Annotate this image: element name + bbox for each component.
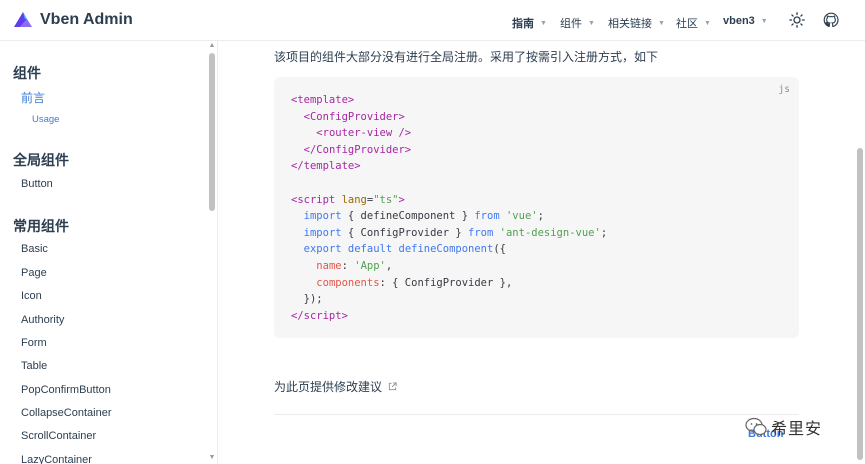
sidebar-item-intro[interactable]: 前言 — [21, 89, 45, 106]
sidebar-item-page[interactable]: Page — [21, 267, 47, 279]
chevron-down-icon: ▼ — [540, 19, 547, 27]
code-language-label: js — [778, 84, 790, 95]
sidebar-scroll-thumb[interactable] — [209, 53, 215, 211]
github-icon[interactable] — [823, 12, 839, 28]
sidebar-item-button[interactable]: Button — [21, 178, 53, 190]
sidebar-item-basic[interactable]: Basic — [21, 243, 48, 255]
sidebar-item-authority[interactable]: Authority — [21, 314, 64, 326]
nav-guide[interactable]: 指南 ▼ — [512, 15, 547, 31]
nav-components[interactable]: 组件 ▼ — [560, 15, 595, 31]
sidebar-item-lazycontainer[interactable]: LazyContainer — [21, 454, 92, 464]
logo-icon[interactable] — [12, 10, 34, 30]
main-scroll-thumb[interactable] — [857, 148, 863, 460]
sidebar-item-collapsecontainer[interactable]: CollapseContainer — [21, 407, 112, 419]
nav-community[interactable]: 社区 ▼ — [676, 15, 711, 31]
edit-page-label: 为此页提供修改建议 — [274, 380, 383, 394]
chevron-down-icon: ▼ — [658, 19, 665, 27]
external-link-icon — [388, 382, 397, 391]
chevron-down-icon: ▼ — [704, 19, 711, 27]
nav-community-label: 社区 — [676, 18, 698, 30]
sidebar-item-icon[interactable]: Icon — [21, 290, 42, 302]
theme-toggle-icon[interactable] — [789, 12, 805, 28]
chevron-down-icon: ▼ — [588, 19, 595, 27]
edit-page-link[interactable]: 为此页提供修改建议 — [274, 378, 397, 395]
top-header: Vben Admin 指南 ▼ 组件 ▼ 相关链接 ▼ 社区 ▼ vben3 ▼ — [0, 0, 865, 41]
sidebar-item-form[interactable]: Form — [21, 337, 47, 349]
code-content: <template> <ConfigProvider> <router-view… — [291, 94, 608, 322]
sidebar-subitem-usage[interactable]: Usage — [32, 114, 59, 125]
scroll-down-arrow-icon[interactable]: ▼ — [208, 454, 216, 461]
watermark-text: 希里安 — [771, 421, 823, 438]
scroll-up-arrow-icon[interactable]: ▲ — [208, 42, 216, 49]
nav-links[interactable]: 相关链接 ▼ — [608, 15, 665, 31]
chevron-down-icon: ▼ — [760, 17, 768, 25]
watermark: 希里安 — [745, 415, 822, 439]
sidebar-item-popconfirmbutton[interactable]: PopConfirmButton — [21, 384, 111, 396]
footer-divider — [274, 414, 799, 415]
sidebar-group-global: 全局组件 — [13, 152, 69, 168]
nav-guide-label: 指南 — [512, 18, 534, 30]
nav-vben3[interactable]: vben3 ▼ — [723, 15, 768, 27]
sidebar-group-common: 常用组件 — [13, 218, 69, 234]
wechat-icon — [745, 417, 767, 436]
sidebar: 组件 前言 Usage 全局组件 Button 常用组件 Basic Page … — [0, 41, 218, 464]
nav-components-label: 组件 — [560, 18, 582, 30]
nav-links-label: 相关链接 — [608, 18, 652, 30]
nav-vben3-label: vben3 — [723, 15, 755, 27]
sidebar-group-components: 组件 — [13, 65, 41, 81]
brand-title[interactable]: Vben Admin — [40, 11, 133, 29]
sidebar-item-scrollcontainer[interactable]: ScrollContainer — [21, 430, 96, 442]
intro-paragraph: 该项目的组件大部分没有进行全局注册。采用了按需引入注册方式，如下 — [274, 50, 659, 64]
sidebar-item-table[interactable]: Table — [21, 360, 47, 372]
code-block: js <template> <ConfigProvider> <router-v… — [274, 77, 799, 338]
